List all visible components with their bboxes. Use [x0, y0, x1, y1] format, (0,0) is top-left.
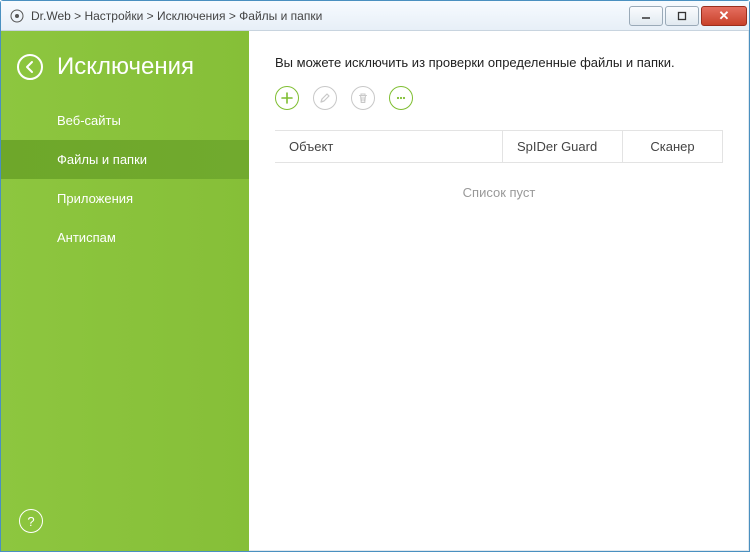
sidebar-item-antispam[interactable]: Антиспам [1, 218, 249, 257]
column-spider-guard[interactable]: SpIDer Guard [503, 131, 623, 162]
main-panel: Вы можете исключить из проверки определе… [249, 31, 749, 551]
back-button[interactable] [17, 54, 43, 80]
window-controls: ✕ [627, 6, 747, 26]
close-button[interactable]: ✕ [701, 6, 747, 26]
delete-button[interactable] [351, 86, 375, 110]
breadcrumb: Dr.Web > Настройки > Исключения > Файлы … [31, 9, 627, 23]
help-icon: ? [27, 514, 34, 529]
minimize-button[interactable] [629, 6, 663, 26]
sidebar-title: Исключения [57, 53, 194, 81]
table-header: Объект SpIDer Guard Сканер [275, 130, 723, 163]
column-scanner[interactable]: Сканер [623, 131, 723, 162]
empty-list-text: Список пуст [275, 163, 723, 222]
pencil-icon [319, 92, 331, 104]
sidebar-item-websites[interactable]: Веб-сайты [1, 101, 249, 140]
app-icon [9, 8, 25, 24]
column-object[interactable]: Объект [275, 131, 503, 162]
sidebar: Исключения Веб-сайты Файлы и папки Прило… [1, 31, 249, 551]
sidebar-item-label: Файлы и папки [57, 152, 147, 167]
app-window: Dr.Web > Настройки > Исключения > Файлы … [0, 0, 750, 552]
sidebar-item-files-folders[interactable]: Файлы и папки [1, 140, 249, 179]
more-button[interactable] [389, 86, 413, 110]
sidebar-item-label: Веб-сайты [57, 113, 121, 128]
help-button[interactable]: ? [19, 509, 43, 533]
sidebar-nav: Веб-сайты Файлы и папки Приложения Антис… [1, 101, 249, 257]
more-icon [395, 92, 407, 104]
toolbar [275, 86, 723, 110]
table-body: Список пуст [275, 163, 723, 541]
window-body: Исключения Веб-сайты Файлы и папки Прило… [1, 31, 749, 551]
sidebar-item-label: Антиспам [57, 230, 116, 245]
edit-button[interactable] [313, 86, 337, 110]
trash-icon [357, 92, 369, 104]
sidebar-item-label: Приложения [57, 191, 133, 206]
sidebar-item-applications[interactable]: Приложения [1, 179, 249, 218]
sidebar-header: Исключения [1, 31, 249, 101]
sidebar-footer: ? [1, 491, 249, 551]
add-button[interactable] [275, 86, 299, 110]
plus-icon [281, 92, 293, 104]
maximize-button[interactable] [665, 6, 699, 26]
page-description: Вы можете исключить из проверки определе… [275, 55, 723, 70]
title-bar: Dr.Web > Настройки > Исключения > Файлы … [1, 1, 749, 31]
